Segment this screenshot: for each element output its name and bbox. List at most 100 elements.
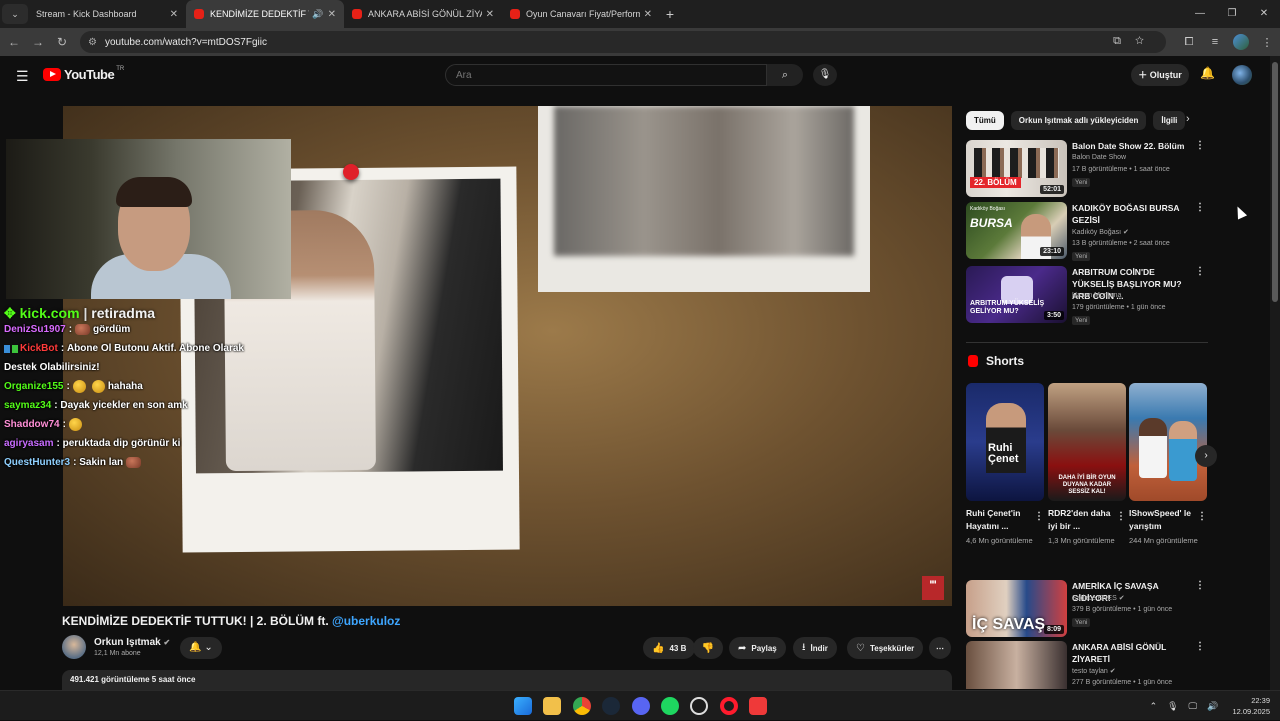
minimize-icon[interactable]: — [1184, 0, 1216, 28]
more-vert-icon[interactable]: ⋮ [1034, 511, 1044, 522]
filter-chips: Tümü Orkun Işıtmak adlı yükleyiciden İlg… [966, 111, 1192, 130]
video-thumbnail[interactable]: ARBITRUM YÜKSELİŞ GELİYOR MU? 3:50 [966, 266, 1067, 323]
spotify-icon[interactable] [661, 697, 679, 715]
webcam-overlay [6, 139, 291, 299]
dislike-button[interactable]: 👎 [693, 637, 723, 659]
search-button[interactable]: ⌕ [767, 64, 803, 86]
volume-icon[interactable]: 🔊 [1207, 701, 1218, 712]
recommendation-item[interactable]: Kadıköy Boğası BURSA 23:10 KADIKÖY BOĞAS… [966, 202, 1211, 261]
like-button[interactable]: 👍 43 B [643, 637, 696, 659]
chip-all[interactable]: Tümü [966, 111, 1004, 130]
chevron-right-icon[interactable]: › [1186, 113, 1190, 125]
notifications-bell-icon[interactable]: 🔔 [1200, 66, 1215, 80]
microphone-icon[interactable]: 🎙 [813, 64, 837, 86]
chat-text: Abone Ol Butonu Aktif. Abone Olarak [66, 343, 244, 354]
video-thumbnail[interactable]: Kadıköy Boğası BURSA 23:10 [966, 202, 1067, 259]
download-button[interactable]: ⭳ İndir [793, 637, 837, 659]
tab-title: Oyun Canavarı Fiyat/Performan [526, 9, 640, 19]
rec-title: Balon Date Show 22. Bölüm [1072, 141, 1185, 151]
short-item[interactable]: IShowSpeed' le yarıştım 244 Mn görüntüle… [1129, 383, 1207, 547]
more-vert-icon[interactable]: ⋮ [1195, 641, 1205, 652]
more-actions-button[interactable]: ⋯ [929, 637, 951, 659]
browser-tab-2[interactable]: KENDİMİZE DEDEKTİF TUTT 🔊 ✕ [186, 0, 344, 28]
mouse-cursor [1232, 204, 1248, 220]
reload-icon[interactable]: ↻ [50, 35, 74, 49]
more-vert-icon[interactable]: ⋮ [1195, 266, 1205, 277]
channel-name-text: Orkun Işıtmak [94, 637, 161, 648]
search-input[interactable] [445, 64, 767, 86]
more-vert-icon[interactable]: ⋮ [1195, 580, 1205, 591]
more-vert-icon[interactable]: ⋮ [1195, 140, 1205, 151]
short-thumbnail[interactable]: Ruhi Çenet [966, 383, 1044, 501]
restore-icon[interactable]: ❐ [1216, 0, 1248, 28]
short-thumbnail[interactable]: DAHA İYİ BİR OYUN DUYANA KADAR SESSİZ KA… [1048, 383, 1126, 501]
chrome-icon[interactable] [573, 697, 591, 715]
extensions-icon[interactable]: ⧠ [1176, 36, 1202, 49]
video-thumbnail[interactable] [966, 641, 1067, 689]
video-thumbnail[interactable]: 22. BÖLÜM 52:01 [966, 140, 1067, 197]
profile-avatar[interactable] [1233, 34, 1249, 50]
video-thumbnail[interactable]: İÇ SAVAŞ 8:09 [966, 580, 1067, 637]
chip-from-uploader[interactable]: Orkun Işıtmak adlı yükleyiciden [1010, 111, 1147, 130]
discord-icon[interactable] [632, 697, 650, 715]
more-vert-icon[interactable]: ⋮ [1116, 511, 1126, 522]
chip-related[interactable]: İlgili [1153, 111, 1186, 130]
back-icon[interactable]: ← [2, 35, 26, 49]
shorts-next-button[interactable]: › [1195, 445, 1217, 467]
tab-search-button[interactable]: ⌄ [2, 4, 28, 24]
file-explorer-icon[interactable] [543, 697, 561, 715]
more-menu-icon[interactable]: ⋮ [1254, 36, 1280, 49]
windows-start-icon[interactable] [514, 697, 532, 715]
forward-icon[interactable]: → [26, 35, 50, 49]
short-thumbnail[interactable] [1129, 383, 1207, 501]
address-bar[interactable]: ⚙ youtube.com/watch?v=mtDOS7Fgiic ⧉☆ [80, 31, 1166, 53]
thanks-button[interactable]: ♡ Teşekkürler [847, 637, 924, 659]
user-avatar[interactable] [1232, 65, 1252, 85]
site-info-icon[interactable]: ⚙ [88, 37, 97, 48]
chevron-up-icon[interactable]: ⌃ [1150, 701, 1158, 712]
close-window-icon[interactable]: ✕ [1248, 0, 1280, 28]
speaker-icon[interactable]: 🔊 [312, 9, 323, 20]
reading-list-icon[interactable]: ≡ [1202, 36, 1228, 48]
region-code: TR [116, 65, 125, 72]
new-badge: Yeni [1072, 618, 1091, 627]
steam-icon[interactable] [602, 697, 620, 715]
recommendation-item[interactable]: 22. BÖLÜM 52:01 Balon Date Show 22. Bölü… [966, 140, 1211, 198]
channel-name[interactable]: Orkun Işıtmak ✔ [94, 637, 170, 648]
opera-icon[interactable] [720, 697, 738, 715]
recommendation-item[interactable]: ANKARA ABİSİ GÖNÜL ZİYARETİ testo taylan… [966, 641, 1211, 689]
close-icon[interactable]: ✕ [644, 9, 652, 20]
short-item[interactable]: DAHA İYİ BİR OYUN DUYANA KADAR SESSİZ KA… [1048, 383, 1126, 547]
more-vert-icon[interactable]: ⋮ [1197, 511, 1207, 522]
channel-avatar[interactable] [62, 635, 86, 659]
menu-icon[interactable]: ☰ [16, 68, 29, 85]
network-icon[interactable]: 🖵 [1189, 701, 1198, 712]
share-button[interactable]: ➦ Paylaş [729, 637, 786, 659]
browser-tab-1[interactable]: Stream - Kick Dashboard ✕ [28, 0, 186, 28]
new-tab-button[interactable]: + [660, 6, 680, 22]
page-scrollbar-thumb[interactable] [1272, 62, 1278, 302]
thumbs-up-icon: 👍 [652, 642, 665, 654]
close-icon[interactable]: ✕ [486, 9, 494, 20]
clock-date: 12.09.2025 [1232, 707, 1270, 716]
mention-link[interactable]: @uberkuloz [332, 614, 400, 628]
address-bar-icons[interactable]: ⧉☆ [1113, 35, 1158, 48]
close-icon[interactable]: ✕ [328, 9, 336, 20]
recommendation-item[interactable]: İÇ SAVAŞ 8:09 AMERİKA İÇ SAVAŞA GİDİYOR!… [966, 580, 1211, 638]
browser-tab-4[interactable]: Oyun Canavarı Fiyat/Performan ✕ [502, 0, 660, 28]
chat-user: Organize155 [4, 381, 64, 392]
tab-title: Stream - Kick Dashboard [36, 9, 137, 19]
vivaldi-icon[interactable] [749, 697, 767, 715]
obs-icon[interactable] [690, 697, 708, 715]
youtube-header: ☰ YouTube TR ⌕ 🎙 ＋ Oluştur 🔔 [0, 56, 1270, 92]
create-button[interactable]: ＋ Oluştur [1131, 64, 1189, 86]
short-item[interactable]: Ruhi Çenet Ruhi Çenet'in Hayatını ... 4,… [966, 383, 1044, 547]
browser-tab-3[interactable]: ANKARA ABİSİ GÖNÜL ZİYARET ✕ [344, 0, 502, 28]
recommendation-item[interactable]: ARBITRUM YÜKSELİŞ GELİYOR MU? 3:50 ARBIT… [966, 266, 1211, 325]
notification-settings-button[interactable]: 🔔 ⌄ [180, 637, 222, 659]
close-icon[interactable]: ✕ [170, 9, 178, 20]
microphone-tray-icon[interactable]: 🎙 [1167, 701, 1178, 712]
more-vert-icon[interactable]: ⋮ [1195, 202, 1205, 213]
youtube-logo[interactable]: YouTube TR [43, 65, 125, 82]
clock[interactable]: 22:39 12.09.2025 [1232, 695, 1270, 717]
